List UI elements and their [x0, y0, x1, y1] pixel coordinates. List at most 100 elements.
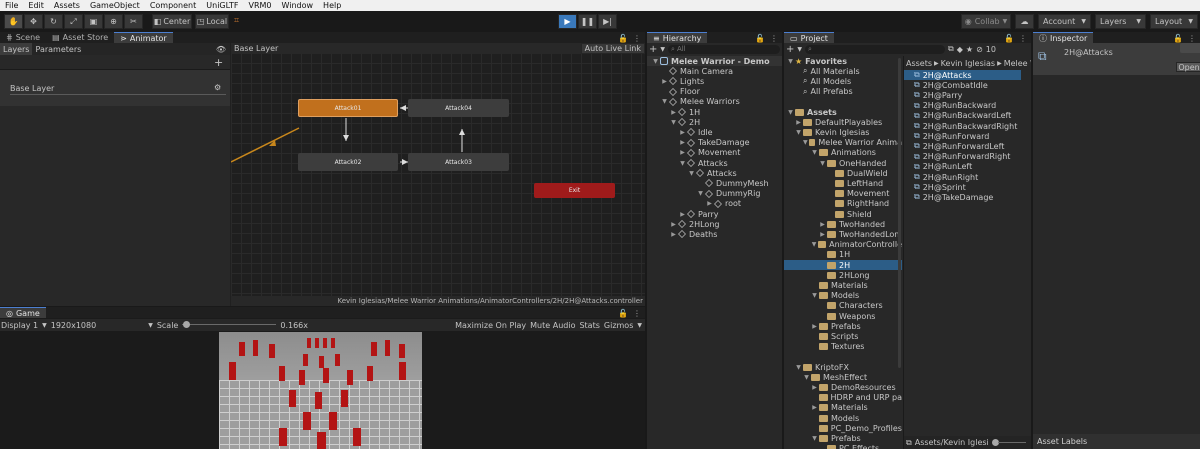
maximize-on-play-toggle[interactable]: Maximize On Play: [455, 321, 526, 330]
project-folder-item[interactable]: Models: [784, 413, 902, 423]
project-file-item[interactable]: ⧉ 2H@RunForward: [904, 131, 1021, 141]
collab-dropdown[interactable]: ◉ Collab ▼: [961, 14, 1011, 29]
breadcrumb-kevin-iglesias[interactable]: Kevin Iglesias: [941, 59, 995, 68]
icon-size-slider[interactable]: [991, 438, 1026, 447]
breadcrumb-melee-warrior[interactable]: Melee W: [1004, 59, 1031, 68]
foldout-arrow-icon[interactable]: ▼: [818, 160, 827, 167]
stats-toggle[interactable]: Stats: [579, 321, 599, 330]
project-folder-item[interactable]: ▼ Animations: [784, 148, 902, 158]
kebab-menu-icon[interactable]: ⋮: [1188, 34, 1196, 43]
breadcrumb-assets[interactable]: Assets: [906, 59, 932, 68]
hierarchy-item[interactable]: ▶ Lights: [647, 76, 782, 86]
tab-hierarchy[interactable]: ≡ Hierarchy: [647, 32, 708, 43]
add-layer-icon[interactable]: +: [214, 56, 223, 69]
tab-inspector[interactable]: ⓘ Inspector: [1033, 32, 1094, 43]
foldout-arrow-icon[interactable]: ▶: [660, 78, 669, 85]
project-folder-item[interactable]: ▼ Prefabs: [784, 433, 902, 443]
project-folder-item[interactable]: ▶ Materials: [784, 403, 902, 413]
project-folder-item[interactable]: Movement: [784, 189, 902, 199]
subtab-layers[interactable]: Layers: [0, 43, 33, 55]
project-file-item[interactable]: ⧉ 2H@RunForwardRight: [904, 152, 1021, 162]
rotate-tool-icon[interactable]: ↻: [44, 14, 63, 29]
project-file-item[interactable]: ⧉ 2H@CombatIdle: [904, 80, 1021, 90]
lock-icon[interactable]: 🔓: [618, 34, 628, 43]
foldout-arrow-icon[interactable]: ▼: [669, 119, 678, 126]
hierarchy-item[interactable]: ▶ TakeDamage: [647, 138, 782, 148]
hierarchy-item[interactable]: ▼ Melee Warriors: [647, 97, 782, 107]
grid-snap-icon[interactable]: ⌗: [234, 16, 239, 26]
hierarchy-item[interactable]: ▶ 2HLong: [647, 219, 782, 229]
tab-asset-store[interactable]: ▤ Asset Store: [46, 32, 114, 43]
hierarchy-item[interactable]: DummyMesh: [647, 178, 782, 188]
scene-root[interactable]: ▼ Melee Warrior - Demo: [647, 56, 782, 66]
project-file-item[interactable]: ⧉ 2H@Sprint: [904, 182, 1021, 192]
rect-tool-icon[interactable]: ▣: [84, 14, 103, 29]
hierarchy-item[interactable]: ▶ Movement: [647, 148, 782, 158]
chevron-down-icon[interactable]: ▼: [797, 46, 802, 53]
hierarchy-item[interactable]: ▶ Deaths: [647, 229, 782, 239]
project-folder-item[interactable]: 2HLong: [784, 270, 902, 280]
foldout-arrow-icon[interactable]: ▼: [794, 364, 803, 371]
hierarchy-item[interactable]: ▼ 2H: [647, 117, 782, 127]
cloud-icon[interactable]: ☁: [1015, 14, 1034, 29]
foldout-arrow-icon[interactable]: ▼: [678, 160, 687, 167]
kebab-menu-icon[interactable]: ⋮: [1019, 34, 1027, 43]
project-folder-item[interactable]: ▼ ★ Favorites: [784, 56, 902, 66]
foldout-arrow-icon[interactable]: ▼: [802, 374, 811, 381]
foldout-arrow-icon[interactable]: ▼: [660, 98, 669, 105]
foldout-arrow-icon[interactable]: ▶: [810, 404, 819, 411]
foldout-arrow-icon[interactable]: ▼: [810, 292, 819, 299]
foldout-arrow-icon[interactable]: ▶: [810, 384, 819, 391]
foldout-arrow-icon[interactable]: ▼: [810, 435, 819, 442]
foldout-arrow-icon[interactable]: ▼: [810, 149, 819, 156]
project-folder-item[interactable]: PC_Demo_Profiles: [784, 423, 902, 433]
state-attack04[interactable]: Attack04: [408, 99, 509, 117]
project-folder-item[interactable]: 1H: [784, 250, 902, 260]
tab-game[interactable]: ◎ Game: [0, 307, 46, 318]
menu-file[interactable]: File: [0, 0, 23, 11]
project-folder-item[interactable]: RightHand: [784, 199, 902, 209]
kebab-menu-icon[interactable]: ⋮: [633, 34, 641, 43]
resolution-dropdown[interactable]: 1920x1080: [51, 321, 96, 330]
foldout-arrow-icon[interactable]: ▼: [810, 241, 818, 248]
menu-gameobject[interactable]: GameObject: [85, 0, 145, 11]
breadcrumb[interactable]: Base Layer: [231, 44, 278, 53]
project-folder-item[interactable]: DualWield: [784, 168, 902, 178]
animator-graph[interactable]: Base Layer Auto Live Link Attack01 Attac…: [231, 43, 645, 306]
display-dropdown[interactable]: Display 1: [0, 321, 38, 330]
project-folder-item[interactable]: LeftHand: [784, 178, 902, 188]
foldout-arrow-icon[interactable]: ▶: [810, 323, 819, 330]
slider-thumb[interactable]: [183, 321, 191, 328]
foldout-arrow-icon[interactable]: ▶: [669, 231, 678, 238]
hierarchy-item[interactable]: ▶ 1H: [647, 107, 782, 117]
foldout-arrow-icon[interactable]: ▶: [669, 221, 678, 228]
scale-tool-icon[interactable]: ⤢: [64, 14, 83, 29]
tab-animator[interactable]: ⋗ Animator: [114, 32, 173, 43]
hierarchy-item[interactable]: ▼ Attacks: [647, 158, 782, 168]
lock-icon[interactable]: 🔓: [1173, 34, 1183, 43]
pause-button[interactable]: ❚❚: [578, 14, 597, 29]
foldout-arrow-icon[interactable]: ▶: [705, 200, 714, 207]
foldout-arrow-icon[interactable]: ▼: [786, 58, 795, 65]
hierarchy-item[interactable]: Main Camera: [647, 66, 782, 76]
project-file-item[interactable]: ⧉ 2H@Attacks: [904, 70, 1021, 80]
subtab-parameters[interactable]: Parameters: [32, 45, 84, 54]
project-folder-item[interactable]: ▼ Kevin Iglesias: [784, 127, 902, 137]
foldout-arrow-icon[interactable]: ▼: [651, 58, 660, 65]
hand-tool-icon[interactable]: ✋: [4, 14, 23, 29]
project-folder-item[interactable]: ▶ DemoResources: [784, 382, 902, 392]
project-folder-item[interactable]: ▼ KriptoFX: [784, 362, 902, 372]
game-viewport[interactable]: [219, 332, 422, 449]
project-file-item[interactable]: ⧉ 2H@RunBackward: [904, 101, 1021, 111]
mute-audio-toggle[interactable]: Mute Audio: [530, 321, 575, 330]
state-attack03[interactable]: Attack03: [408, 153, 509, 171]
foldout-arrow-icon[interactable]: ▶: [678, 129, 687, 136]
tab-project[interactable]: ▭ Project: [784, 32, 834, 43]
foldout-arrow-icon[interactable]: ▶: [669, 109, 678, 116]
layers-dropdown[interactable]: Layers ▼: [1095, 14, 1146, 29]
foldout-arrow-icon[interactable]: ▼: [802, 139, 809, 146]
hierarchy-item[interactable]: ▶ root: [647, 199, 782, 209]
hierarchy-item[interactable]: ▶ Idle: [647, 127, 782, 137]
kebab-menu-icon[interactable]: ⋮: [770, 34, 778, 43]
auto-live-link-button[interactable]: Auto Live Link: [580, 43, 645, 54]
